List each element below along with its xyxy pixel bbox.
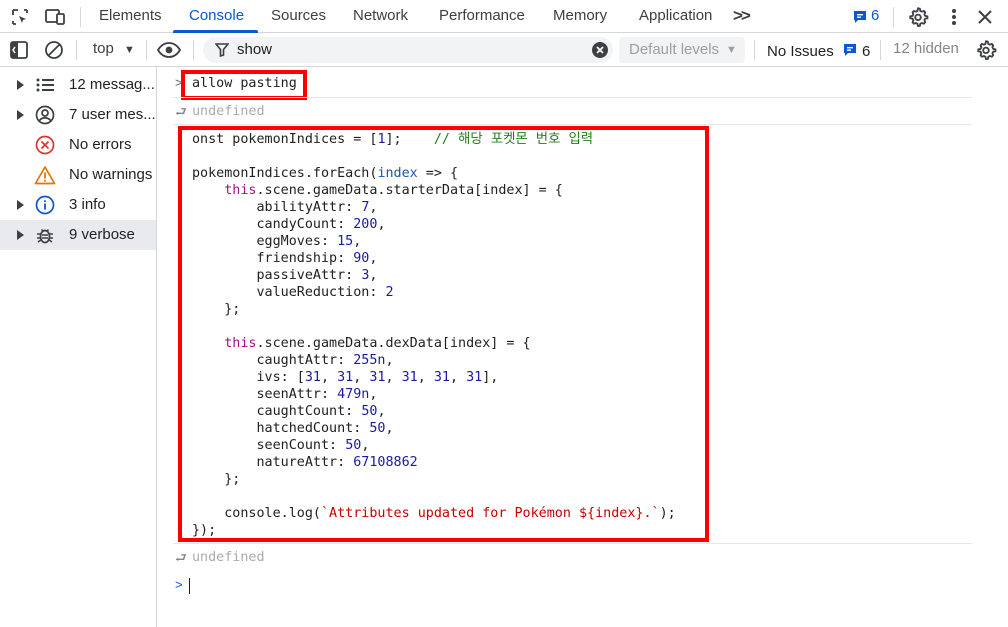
sidebar-item-verbose[interactable]: 9 verbose — [0, 220, 156, 250]
issues-message-icon[interactable] — [852, 9, 868, 25]
expand-triangle-icon[interactable] — [17, 230, 24, 240]
console-input-caret[interactable] — [189, 578, 190, 594]
row-divider — [173, 543, 972, 544]
close-devtools-icon[interactable] — [973, 5, 997, 29]
settings-gear-icon[interactable] — [906, 5, 930, 29]
toolbar-separator — [146, 40, 147, 60]
sidebar-item-label: 9 verbose — [69, 226, 135, 243]
issues-button[interactable]: No Issues 6 — [767, 40, 870, 60]
highlight-box-allow-pasting — [181, 70, 307, 100]
context-selector[interactable]: top ▼ — [93, 40, 135, 57]
result-return-arrow-icon: ⮐ — [175, 550, 187, 565]
issues-count-badge[interactable]: 6 — [871, 0, 879, 33]
no-issues-label: No Issues — [767, 43, 834, 60]
issues-message-icon — [843, 44, 856, 56]
filter-input[interactable]: show — [203, 37, 613, 63]
bug-icon — [34, 224, 56, 246]
tab-sources[interactable]: Sources — [271, 0, 326, 33]
input-prompt-chevron-icon: > — [175, 577, 183, 592]
context-selector-value: top — [93, 40, 114, 57]
tab-elements[interactable]: Elements — [99, 0, 162, 33]
list-icon — [34, 74, 56, 96]
toolbar-separator — [193, 40, 194, 60]
log-levels-value: Default levels — [629, 41, 720, 58]
filter-input-value: show — [237, 41, 273, 58]
sidebar-item-errors[interactable]: No errors — [0, 130, 156, 160]
toolbar-issues-count: 6 — [862, 43, 871, 60]
devtools-tab-bar: Elements Console Sources Network Perform… — [0, 0, 1008, 33]
sidebar-item-label: 7 user mes... — [69, 106, 156, 123]
hidden-count: 12 hidden — [893, 40, 959, 57]
error-icon — [34, 134, 56, 156]
expand-triangle-icon[interactable] — [17, 200, 24, 210]
tab-application[interactable]: Application — [639, 0, 712, 33]
live-expression-eye-icon[interactable] — [157, 38, 181, 62]
clear-console-icon[interactable] — [42, 38, 66, 62]
tab-memory[interactable]: Memory — [553, 0, 607, 33]
warning-icon — [34, 164, 56, 186]
sidebar-item-info[interactable]: 3 info — [0, 190, 156, 220]
user-icon — [34, 104, 56, 126]
device-toolbar-icon[interactable] — [43, 5, 67, 29]
clear-filter-icon[interactable] — [592, 42, 608, 58]
sidebar-item-user-messages[interactable]: 7 user mes... — [0, 100, 156, 130]
chevron-down-icon: ▼ — [124, 44, 135, 56]
filter-funnel-icon — [215, 43, 229, 57]
info-icon — [34, 194, 56, 216]
expand-triangle-icon[interactable] — [17, 110, 24, 120]
tab-performance[interactable]: Performance — [439, 0, 525, 33]
sidebar-toggle-icon[interactable] — [7, 38, 31, 62]
more-tabs-chevron-icon[interactable]: >> — [733, 0, 751, 33]
log-levels-dropdown[interactable]: Default levels ▼ — [619, 37, 745, 63]
inspect-element-icon[interactable] — [8, 5, 32, 29]
result-return-arrow-icon: ⮐ — [175, 104, 187, 119]
tab-console[interactable]: Console — [189, 0, 244, 33]
row-divider — [173, 124, 972, 125]
sidebar-item-label: 12 messag... — [69, 76, 155, 93]
sidebar-item-messages[interactable]: 12 messag... — [0, 70, 156, 100]
toolbar-separator — [754, 40, 755, 60]
toolbar-separator — [880, 40, 881, 60]
console-result-value: undefined — [192, 550, 265, 565]
highlight-box-code — [178, 126, 709, 542]
console-result-value: undefined — [192, 104, 265, 119]
sidebar-item-label: No errors — [69, 136, 132, 153]
chevron-down-icon: ▼ — [726, 44, 737, 56]
more-options-icon[interactable] — [942, 5, 966, 29]
sidebar-item-label: 3 info — [69, 196, 106, 213]
console-output[interactable]: > allow pasting ⮐ undefined onst pokemon… — [158, 67, 1008, 627]
sidebar-item-label: No warnings — [69, 166, 153, 183]
row-divider — [173, 97, 972, 98]
expand-triangle-icon[interactable] — [17, 80, 24, 90]
tab-network[interactable]: Network — [353, 0, 408, 33]
console-settings-gear-icon[interactable] — [974, 38, 998, 62]
console-sidebar: 12 messag... 7 user mes... No errors No … — [0, 67, 157, 627]
toolbar-separator — [76, 40, 77, 60]
toolbar-separator — [80, 7, 81, 27]
sidebar-item-warnings[interactable]: No warnings — [0, 160, 156, 190]
toolbar-separator — [893, 7, 894, 27]
console-toolbar: top ▼ show Default levels ▼ No Issues 6 … — [0, 33, 1008, 67]
